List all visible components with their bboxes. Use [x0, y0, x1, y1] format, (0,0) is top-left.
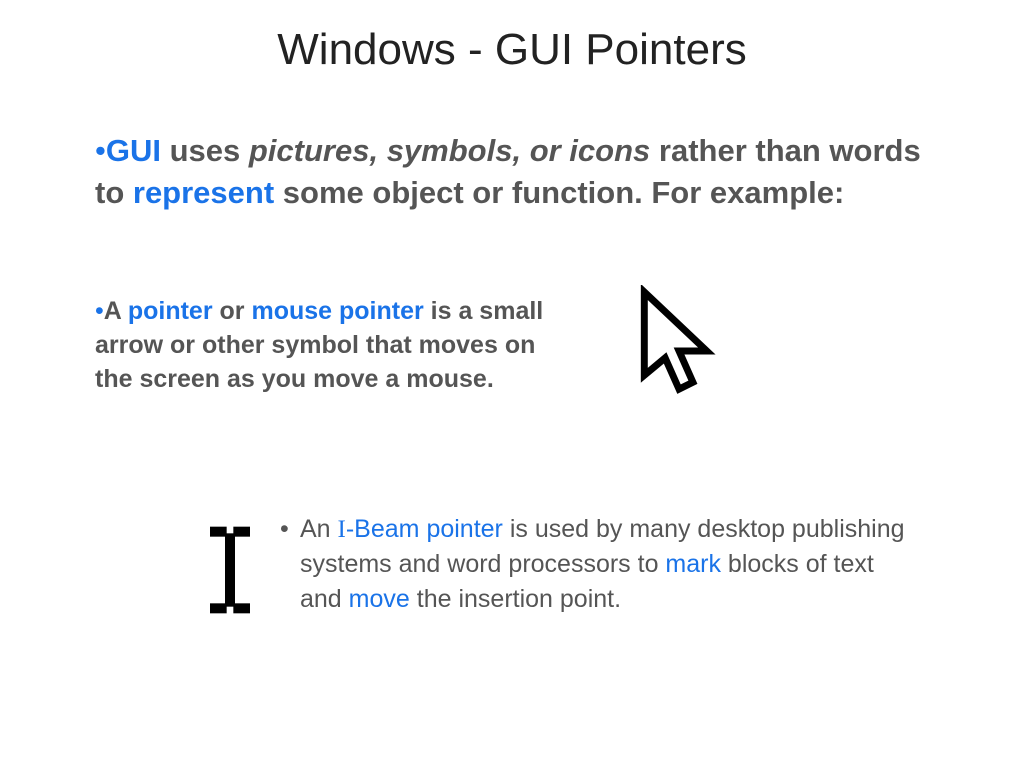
bullet-icon: •	[95, 133, 106, 168]
bullet-icon: •	[95, 297, 104, 325]
keyword-mouse-pointer: mouse pointer	[251, 297, 423, 325]
text-segment: An	[300, 515, 338, 543]
keyword-gui: GUI	[106, 133, 161, 168]
text-segment: uses	[161, 133, 249, 168]
keyword-represent: represent	[133, 175, 274, 210]
ibeam-paragraph: • An I-Beam pointer is used by many desk…	[300, 512, 920, 617]
keyword-move: move	[349, 585, 410, 613]
intro-paragraph: •GUI uses pictures, symbols, or icons ra…	[95, 130, 925, 214]
text-segment: some object or function. For example:	[274, 175, 844, 210]
keyword-mark: mark	[665, 550, 721, 578]
keyword-beam-pointer: -Beam pointer	[346, 515, 503, 543]
mouse-arrow-pointer-icon	[630, 285, 735, 410]
text-segment: or	[213, 297, 252, 325]
italic-text: pictures, symbols, or icons	[249, 133, 650, 168]
keyword-pointer: pointer	[128, 297, 213, 325]
keyword-i: I	[338, 516, 346, 543]
text-segment: the insertion point.	[410, 585, 621, 613]
pointer-section: •A pointer or mouse pointer is a small a…	[95, 295, 955, 396]
bullet-icon: •	[280, 512, 289, 547]
i-beam-pointer-icon	[195, 520, 265, 620]
slide-title: Windows - GUI Pointers	[0, 22, 1024, 77]
pointer-paragraph: •A pointer or mouse pointer is a small a…	[95, 295, 565, 396]
text-segment: A	[104, 297, 128, 325]
